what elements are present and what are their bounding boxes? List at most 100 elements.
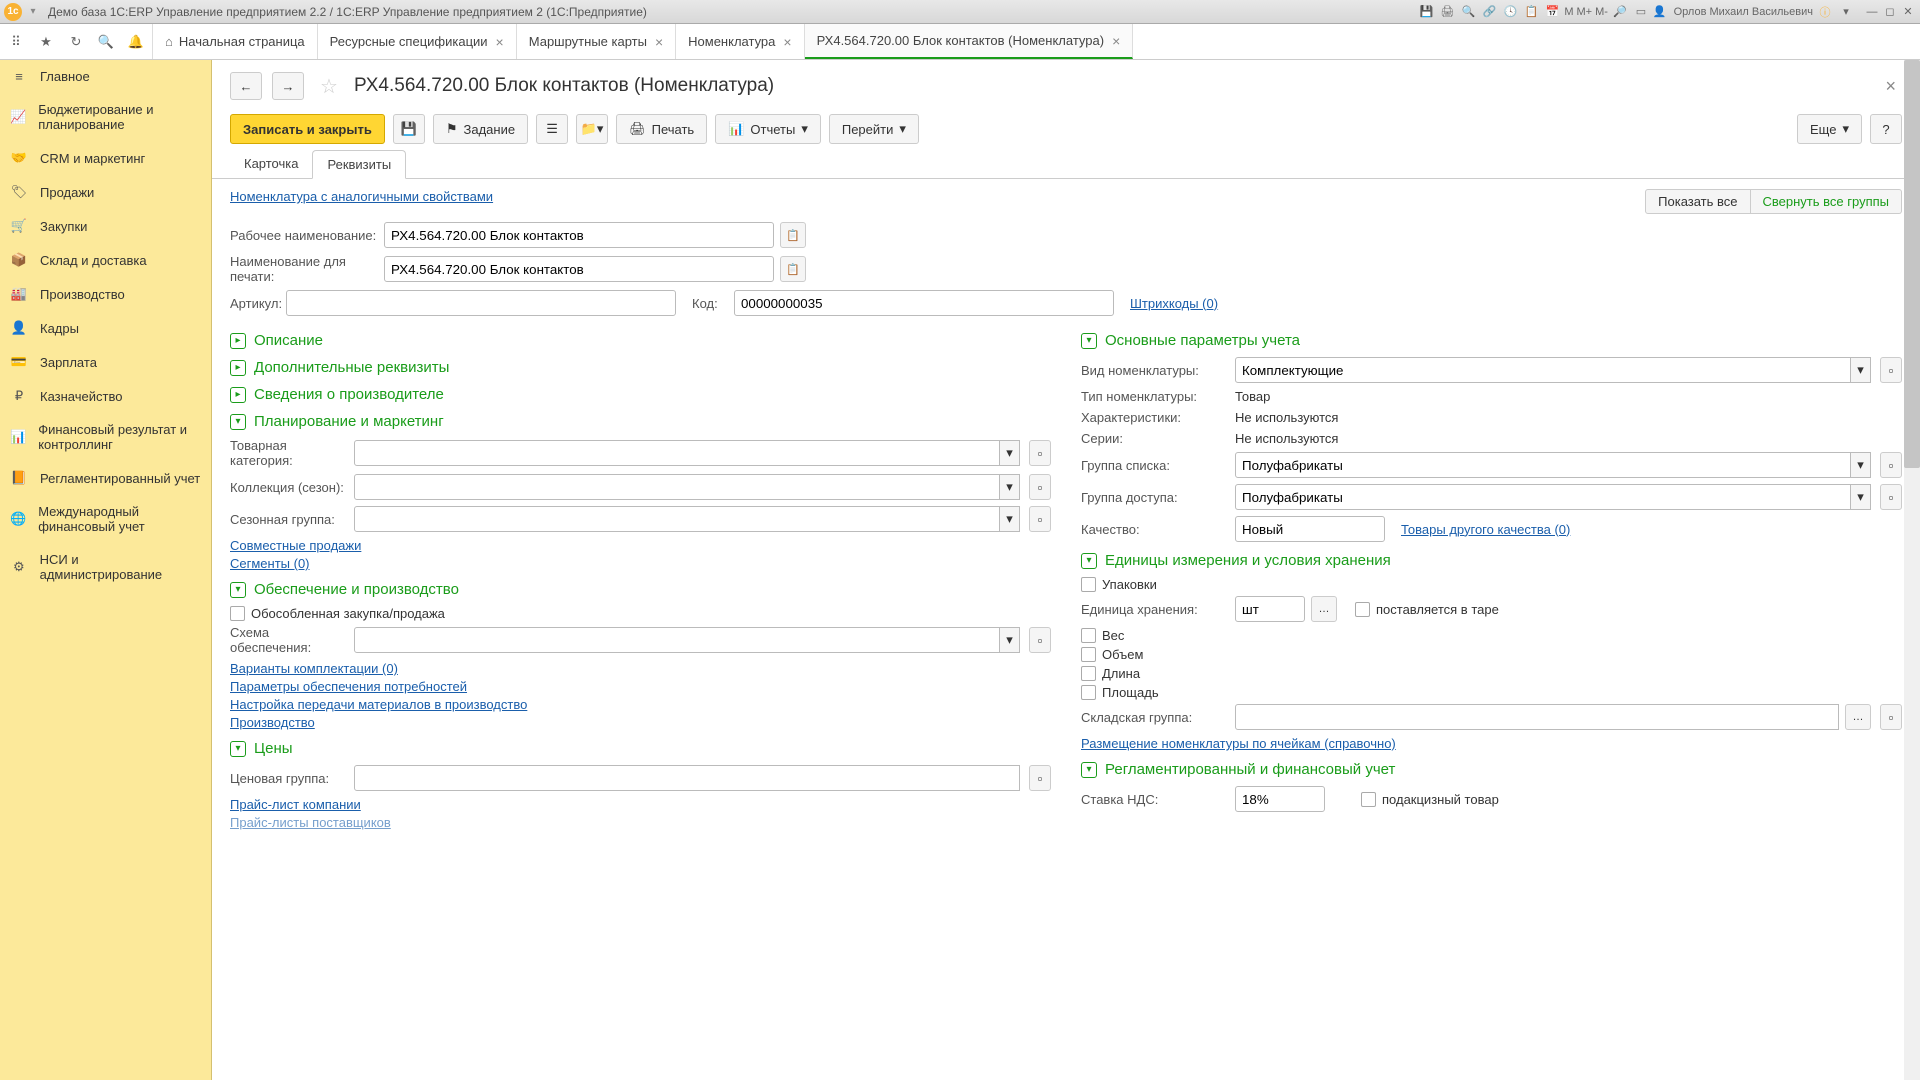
back-button[interactable]: ← — [230, 72, 262, 100]
transfer-link[interactable]: Настройка передачи материалов в производ… — [230, 697, 1051, 712]
warehouse-input[interactable] — [1235, 704, 1839, 730]
length-checkbox[interactable] — [1081, 666, 1096, 681]
container-checkbox[interactable] — [1355, 602, 1370, 617]
close-icon[interactable]: × — [783, 34, 791, 50]
tab-routes[interactable]: Маршрутные карты× — [517, 24, 676, 59]
chevron-down-icon[interactable]: ▾ — [1851, 452, 1871, 478]
sidebar-item-sales[interactable]: 🏷Продажи — [0, 175, 211, 209]
sidebar-item-main[interactable]: ≡Главное — [0, 60, 211, 93]
sidebar-item-finresult[interactable]: 📊Финансовый результат и контроллинг — [0, 413, 211, 461]
close-button[interactable]: ✕ — [1900, 4, 1916, 20]
reports-button[interactable]: 📊Отчеты▾ — [715, 114, 821, 144]
list-group-input[interactable] — [1235, 452, 1851, 478]
collection-input[interactable] — [354, 474, 1000, 500]
sidebar-item-intl[interactable]: 🌐Международный финансовый учет — [0, 495, 211, 543]
price-group-input[interactable] — [354, 765, 1020, 791]
menu-dropdown-icon[interactable]: ▾ — [1837, 3, 1855, 21]
group-units[interactable]: ▾Единицы измерения и условия хранения — [1081, 552, 1902, 569]
apps-icon[interactable]: ⠿ — [6, 32, 26, 52]
history-icon[interactable]: ↻ — [66, 32, 86, 52]
search-icon[interactable]: 🔍 — [1459, 3, 1477, 21]
maximize-button[interactable]: ◻ — [1882, 4, 1898, 20]
ellipsis-button[interactable]: … — [1845, 704, 1871, 730]
group-regulated[interactable]: ▾Регламентированный и финансовый учет — [1081, 761, 1902, 778]
forward-button[interactable]: → — [272, 72, 304, 100]
price-list-link[interactable]: Прайс-лист компании — [230, 797, 1051, 812]
packaging-checkbox[interactable] — [1081, 577, 1096, 592]
chevron-down-icon[interactable]: ▾ — [1851, 484, 1871, 510]
favorite-icon[interactable]: ☆ — [320, 74, 338, 99]
weight-checkbox[interactable] — [1081, 628, 1096, 643]
print-icon[interactable]: 🖨 — [1438, 3, 1456, 21]
vat-input[interactable] — [1235, 786, 1325, 812]
joint-sales-link[interactable]: Совместные продажи — [230, 538, 1051, 553]
chevron-down-icon[interactable]: ▾ — [1000, 474, 1020, 500]
open-button[interactable]: ▫ — [1029, 765, 1051, 791]
dropdown-icon[interactable]: ▾ — [24, 3, 42, 21]
open-button[interactable]: ▫ — [1029, 440, 1051, 466]
print-button[interactable]: 🖨Печать — [616, 114, 707, 144]
bell-icon[interactable]: 🔔 — [126, 32, 146, 52]
subtab-requisites[interactable]: Реквизиты — [312, 150, 406, 179]
group-planning[interactable]: ▾Планирование и маркетинг — [230, 413, 1051, 430]
sidebar-item-salary[interactable]: 💳Зарплата — [0, 345, 211, 379]
chevron-down-icon[interactable]: ▾ — [1000, 440, 1020, 466]
sidebar-item-treasury[interactable]: ₽Казначейство — [0, 379, 211, 413]
star-icon[interactable]: ★ — [36, 32, 56, 52]
folder-button[interactable]: 📁▾ — [576, 114, 608, 144]
article-input[interactable] — [286, 290, 676, 316]
chevron-down-icon[interactable]: ▾ — [1000, 627, 1020, 653]
group-manufacturer[interactable]: ▸Сведения о производителе — [230, 386, 1051, 403]
sidebar-item-warehouse[interactable]: 📦Склад и доставка — [0, 243, 211, 277]
search-nav-icon[interactable]: 🔍 — [96, 32, 116, 52]
list-button[interactable]: ☰ — [536, 114, 568, 144]
zoom-icon[interactable]: 🔎 — [1611, 3, 1629, 21]
quality-input[interactable] — [1235, 516, 1385, 542]
help-button[interactable]: ? — [1870, 114, 1902, 144]
placement-link[interactable]: Размещение номенклатуры по ячейкам (спра… — [1081, 736, 1396, 751]
sidebar-item-hr[interactable]: 👤Кадры — [0, 311, 211, 345]
task-button[interactable]: ⚑Задание — [433, 114, 528, 144]
open-button[interactable]: ▫ — [1880, 484, 1902, 510]
season-input[interactable] — [354, 506, 1000, 532]
scrollbar[interactable] — [1904, 60, 1920, 1080]
chevron-down-icon[interactable]: ▾ — [1000, 506, 1020, 532]
calendar-icon[interactable]: 📅 — [1543, 3, 1561, 21]
copy-button[interactable]: 📋 — [780, 222, 806, 248]
close-icon[interactable]: × — [655, 34, 663, 50]
info-icon[interactable]: ⓘ — [1816, 3, 1834, 21]
sidebar-item-crm[interactable]: 🤝CRM и маркетинг — [0, 141, 211, 175]
open-button[interactable]: ▫ — [1880, 704, 1902, 730]
memory-mminus[interactable]: M- — [1595, 6, 1608, 18]
other-quality-link[interactable]: Товары другого качества (0) — [1401, 522, 1570, 537]
production-link[interactable]: Производство — [230, 715, 1051, 730]
chevron-down-icon[interactable]: ▾ — [1851, 357, 1871, 383]
sidebar-item-admin[interactable]: ⚙НСИ и администрирование — [0, 543, 211, 591]
save-button[interactable]: 💾 — [393, 114, 425, 144]
segments-link[interactable]: Сегменты (0) — [230, 556, 1051, 571]
subtab-card[interactable]: Карточка — [230, 150, 312, 178]
open-button[interactable]: ▫ — [1029, 474, 1051, 500]
open-button[interactable]: ▫ — [1880, 357, 1902, 383]
storage-unit-input[interactable] — [1235, 596, 1305, 622]
work-name-input[interactable] — [384, 222, 774, 248]
print-name-input[interactable] — [384, 256, 774, 282]
group-accounting[interactable]: ▾Основные параметры учета — [1081, 332, 1902, 349]
panel-icon[interactable]: ▭ — [1632, 3, 1650, 21]
group-description[interactable]: ▸Описание — [230, 332, 1051, 349]
goto-button[interactable]: Перейти▾ — [829, 114, 919, 144]
sidebar-item-budgeting[interactable]: 📈Бюджетирование и планирование — [0, 93, 211, 141]
tab-home[interactable]: ⌂Начальная страница — [153, 24, 318, 59]
memory-mplus[interactable]: M+ — [1577, 6, 1593, 18]
calc-icon[interactable]: 📋 — [1522, 3, 1540, 21]
excise-checkbox[interactable] — [1361, 792, 1376, 807]
similar-link[interactable]: Номенклатура с аналогичными свойствами — [230, 189, 493, 214]
tab-item[interactable]: РХ4.564.720.00 Блок контактов (Номенклат… — [805, 24, 1134, 59]
group-prices[interactable]: ▾Цены — [230, 740, 1051, 757]
barcodes-link[interactable]: Штрихкоды (0) — [1130, 296, 1218, 311]
params-link[interactable]: Параметры обеспечения потребностей — [230, 679, 1051, 694]
ellipsis-button[interactable]: … — [1311, 596, 1337, 622]
show-all-button[interactable]: Показать все — [1645, 189, 1750, 214]
sidebar-item-production[interactable]: 🏭Производство — [0, 277, 211, 311]
open-button[interactable]: ▫ — [1880, 452, 1902, 478]
